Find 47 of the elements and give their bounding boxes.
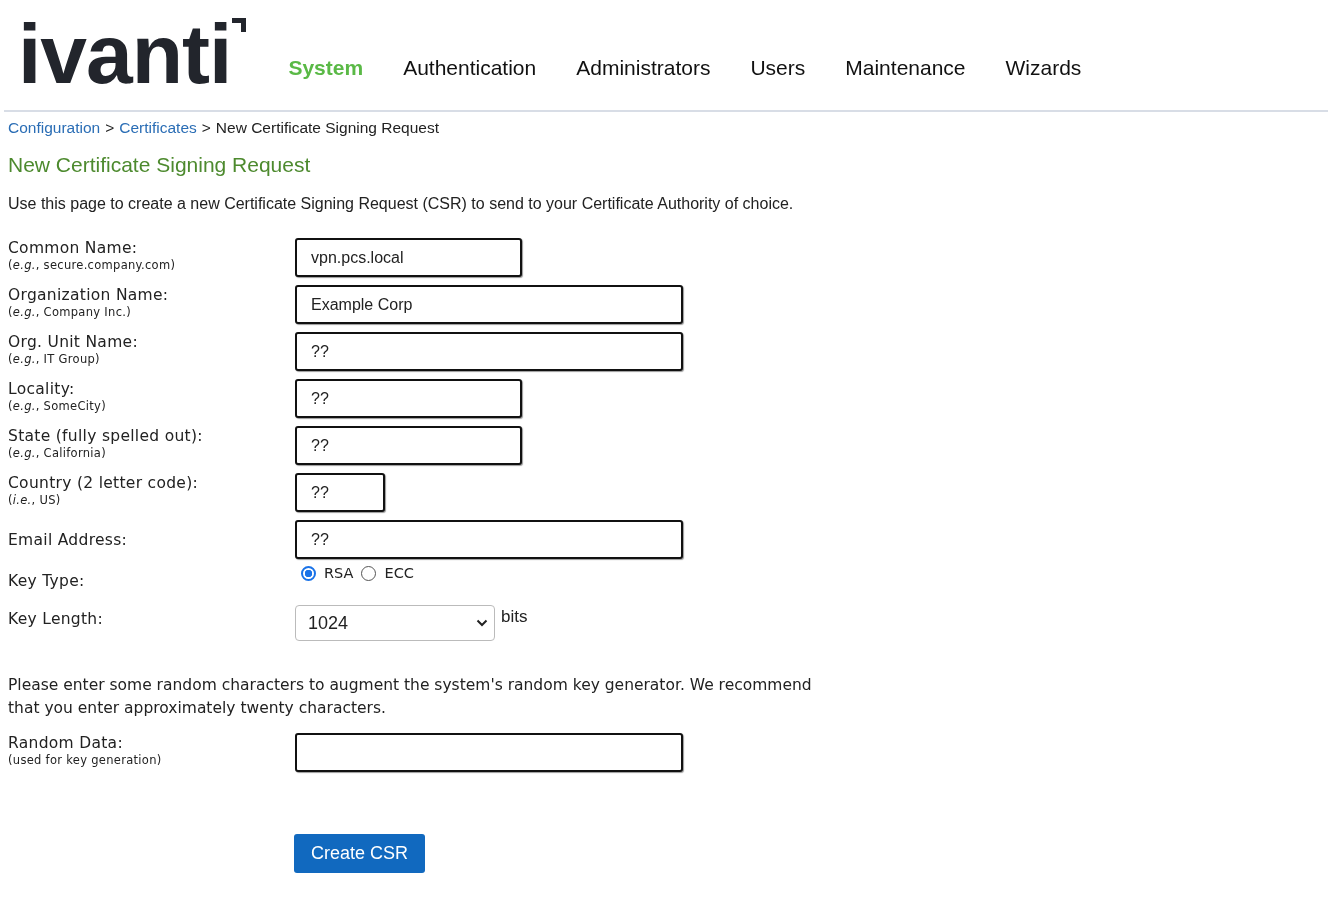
- field-hint: (e.g., secure.company.com): [8, 258, 177, 274]
- field-hint: (e.g., Company Inc.): [8, 305, 132, 321]
- field-label: Organization Name:: [8, 285, 170, 306]
- field-hint: (e.g., California): [8, 446, 107, 462]
- nav-tab[interactable]: Wizards: [1005, 56, 1082, 80]
- text-field[interactable]: ??: [295, 379, 522, 418]
- field-hint: (e.g., SomeCity): [8, 399, 107, 415]
- nav-tab[interactable]: Maintenance: [845, 56, 966, 80]
- text-field[interactable]: vpn.pcs.local: [295, 238, 522, 277]
- field-label: State (fully spelled out):: [8, 426, 204, 447]
- field-hint: (used for key generation): [8, 752, 163, 768]
- field-hint: (e.g., IT Group): [8, 352, 101, 368]
- description-text: Use this page to create a new Certificate Signing Request (CSR) to send to your Certificate Authority of choice.: [8, 195, 795, 213]
- field-label: Locality:: [8, 379, 76, 400]
- text-field[interactable]: ??: [295, 426, 522, 465]
- text-field[interactable]: ??: [295, 520, 683, 559]
- key-length-dropdown[interactable]: 1024: [295, 605, 495, 641]
- radio-label: ECC: [384, 565, 414, 581]
- nav-tab[interactable]: Users: [750, 56, 806, 80]
- breadcrumb-separator: >: [201, 119, 211, 137]
- logo-text: ivanti: [18, 12, 232, 96]
- text-field[interactable]: ??: [295, 473, 385, 512]
- field-label: Country (2 letter code):: [8, 473, 200, 494]
- field-label: Common Name:: [8, 238, 139, 259]
- radio-label: RSA: [324, 565, 354, 581]
- breadcrumb-current: New Certificate Signing Request: [215, 119, 439, 137]
- instruction-text: Please enter some random characters to augment the system's random key generator. We recommend that you enter approximately twenty characters.: [8, 675, 813, 720]
- page-title: New Certificate Signing Request: [8, 153, 312, 177]
- field-label: Random Data:: [8, 732, 124, 753]
- create-csr-button[interactable]: Create CSR: [294, 833, 426, 873]
- nav-tab[interactable]: Authentication: [403, 56, 537, 80]
- breadcrumb-link[interactable]: Certificates: [119, 119, 197, 137]
- radio-button[interactable]: [301, 565, 316, 581]
- field-label: Email Address:: [8, 530, 129, 551]
- nav-tab[interactable]: Administrators: [576, 56, 711, 80]
- breadcrumb-link[interactable]: Configuration: [8, 119, 101, 137]
- field-label: Key Length:: [8, 609, 104, 630]
- field-label: Key Type:: [8, 571, 86, 592]
- field-label: Org. Unit Name:: [8, 332, 139, 353]
- text-field[interactable]: ??: [295, 332, 683, 371]
- field-hint: (i.e., US): [8, 493, 62, 509]
- random-data-field[interactable]: [295, 732, 683, 772]
- breadcrumb-separator: >: [105, 119, 115, 137]
- text-field[interactable]: Example Corp: [295, 285, 683, 324]
- chevron-down-icon: [476, 619, 488, 627]
- logo-mark-icon: [232, 18, 247, 32]
- unit-label: bits: [501, 607, 528, 627]
